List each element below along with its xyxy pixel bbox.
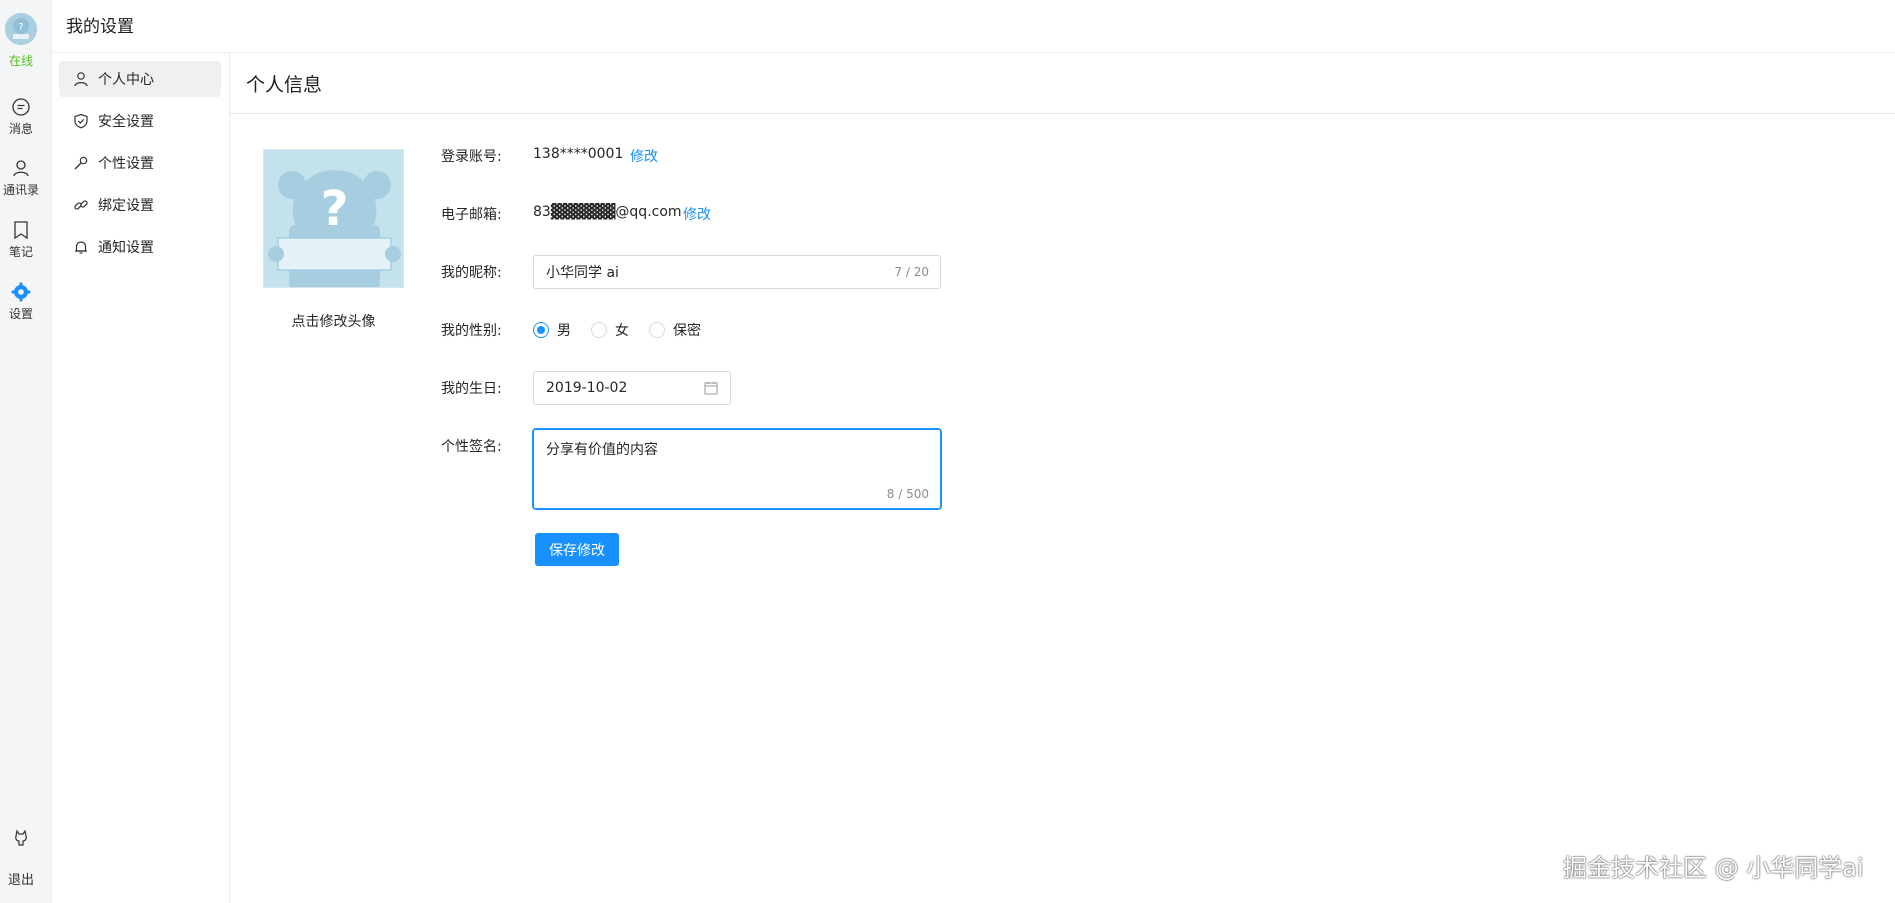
menu-item-personalization[interactable]: 个性设置 xyxy=(59,145,221,181)
radio-unchecked-icon xyxy=(591,322,607,338)
svg-text:?: ? xyxy=(18,22,23,33)
menu-item-label: 安全设置 xyxy=(98,114,154,130)
rail-item-settings[interactable]: 设置 xyxy=(0,282,42,322)
birthday-label: 我的生日: xyxy=(441,381,502,397)
rail-item-label: 消息 xyxy=(8,122,33,136)
nickname-value: 小华同学 ai xyxy=(546,265,619,281)
rail-item-label: 笔记 xyxy=(8,245,33,259)
rail-item-notes[interactable]: 笔记 xyxy=(0,220,42,260)
menu-item-label: 绑定设置 xyxy=(98,198,154,214)
link-icon xyxy=(74,200,88,210)
content-header: 个人信息 xyxy=(230,53,1895,114)
user-icon xyxy=(74,72,88,87)
radio-label: 女 xyxy=(615,323,629,339)
radio-unchecked-icon xyxy=(649,322,665,338)
menu-item-security[interactable]: 安全设置 xyxy=(59,103,221,139)
gender-option-male[interactable]: 男 xyxy=(533,320,571,340)
placeholder-avatar-image: ? xyxy=(264,150,403,287)
change-avatar-link[interactable]: 点击修改头像 xyxy=(263,311,404,331)
edit-email-link[interactable]: 修改 xyxy=(683,204,711,224)
signature-textarea[interactable]: 分享有价值的内容 8 / 500 xyxy=(533,429,941,509)
gear-icon xyxy=(11,282,31,302)
menu-item-label: 个性设置 xyxy=(98,156,154,172)
rail-item-label: 通讯录 xyxy=(2,183,39,197)
save-button[interactable]: 保存修改 xyxy=(535,533,619,566)
nickname-label: 我的昵称: xyxy=(441,265,502,281)
svg-text:?: ? xyxy=(321,181,349,237)
menu-item-label: 通知设置 xyxy=(98,240,154,256)
shield-icon xyxy=(74,113,88,129)
github-icon xyxy=(15,829,27,846)
account-label: 登录账号: xyxy=(441,149,502,165)
section-title: 个人信息 xyxy=(246,74,323,96)
wrench-icon xyxy=(74,156,88,170)
menu-item-personal-center[interactable]: 个人中心 xyxy=(59,61,221,97)
page-title: 我的设置 xyxy=(66,17,134,37)
left-rail: ? 在线 消息 通讯录 笔记 设置 退出 xyxy=(0,0,52,903)
radio-label: 男 xyxy=(557,323,571,339)
contacts-icon xyxy=(13,160,29,177)
email-value: 83▓▓▓▓▓▓@qq.com xyxy=(533,204,682,220)
birthday-value: 2019-10-02 xyxy=(546,380,628,396)
menu-item-label: 个人中心 xyxy=(98,72,154,88)
email-label: 电子邮箱: xyxy=(441,207,502,223)
chat-icon xyxy=(12,98,30,116)
rail-item-label: 设置 xyxy=(8,307,33,321)
watermark: 掘金技术社区 @ 小华同学ai xyxy=(1563,854,1864,882)
gender-option-secret[interactable]: 保密 xyxy=(649,320,701,340)
online-status: 在线 xyxy=(8,54,33,68)
radio-label: 保密 xyxy=(673,323,701,339)
signature-value: 分享有价值的内容 xyxy=(546,442,658,458)
github-link[interactable] xyxy=(0,828,42,851)
rail-item-contacts[interactable]: 通讯录 xyxy=(0,158,42,198)
settings-menu: 个人中心 安全设置 个性设置 绑定设置 通知设置 xyxy=(52,53,230,903)
profile-avatar[interactable]: ? xyxy=(263,149,404,288)
signature-count: 8 / 500 xyxy=(886,487,929,501)
nickname-input[interactable]: 小华同学 ai 7 / 20 xyxy=(533,255,941,289)
menu-item-notifications[interactable]: 通知设置 xyxy=(59,229,221,265)
account-value: 138****0001 xyxy=(533,146,624,162)
user-avatar[interactable]: ? xyxy=(5,13,37,45)
menu-item-binding[interactable]: 绑定设置 xyxy=(59,187,221,223)
bell-icon xyxy=(75,241,87,254)
edit-account-link[interactable]: 修改 xyxy=(630,146,658,166)
notes-icon xyxy=(14,221,28,240)
signature-label: 个性签名: xyxy=(441,439,502,455)
nickname-count: 7 / 20 xyxy=(894,265,929,279)
logout-button[interactable]: 退出 xyxy=(0,869,42,888)
radio-checked-icon xyxy=(533,322,549,338)
top-bar: 我的设置 xyxy=(52,0,1895,53)
calendar-icon xyxy=(704,381,718,395)
rail-item-messages[interactable]: 消息 xyxy=(0,97,42,137)
gender-option-female[interactable]: 女 xyxy=(591,320,629,340)
birthday-picker[interactable]: 2019-10-02 xyxy=(533,371,731,405)
gender-label: 我的性别: xyxy=(441,323,502,339)
